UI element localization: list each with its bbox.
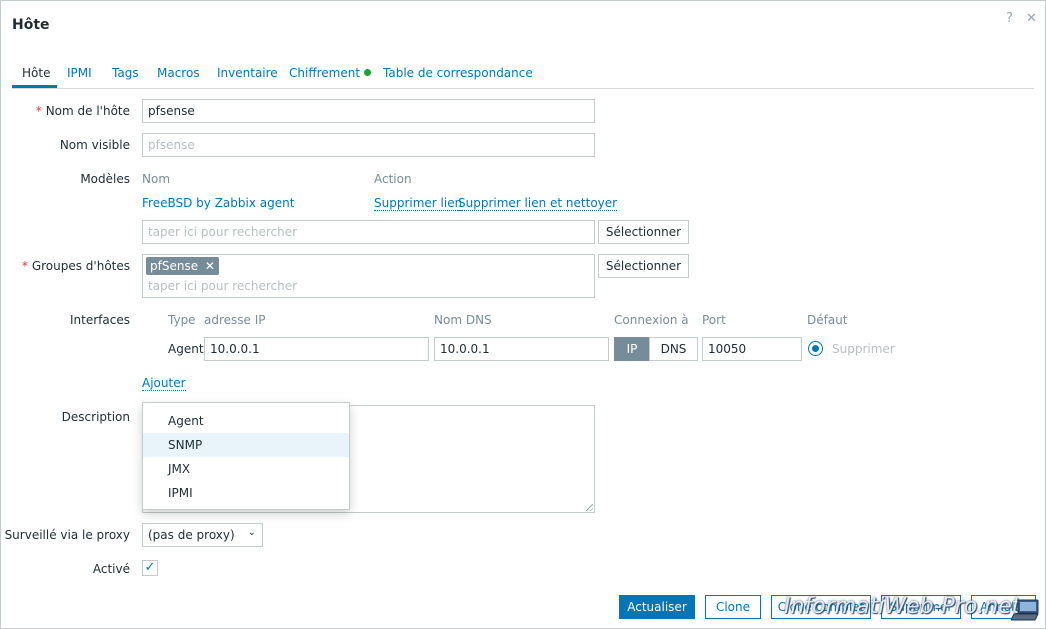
- tab-ipmi[interactable]: IPMI: [67, 66, 92, 80]
- required-mark: *: [35, 104, 42, 118]
- tab-bar: Hôte IPMI Tags Macros Inventaire Chiffre…: [12, 63, 1034, 89]
- chevron-down-icon: ⌄: [247, 527, 256, 538]
- unlink-template-link[interactable]: Supprimer lien: [374, 196, 463, 211]
- enabled-label: Activé: [92, 562, 130, 576]
- remove-chip-icon[interactable]: ✕: [205, 259, 215, 273]
- add-interface-menu: Agent SNMP JMX IPMI: [142, 402, 350, 510]
- templates-search-input[interactable]: taper ici pour rechercher: [142, 220, 595, 244]
- help-icon[interactable]: ?: [1006, 11, 1013, 26]
- host-groups-select-button[interactable]: Sélectionner: [598, 254, 689, 278]
- interfaces-col-default: Défaut: [807, 313, 848, 327]
- tab-host[interactable]: Hôte: [22, 66, 50, 80]
- templates-col-action: Action: [374, 172, 412, 186]
- host-groups-label: * Groupes d'hôtes: [22, 259, 130, 273]
- host-name-input[interactable]: pfsense: [142, 99, 595, 123]
- description-label: Description: [61, 410, 130, 424]
- interface-ip-input[interactable]: 10.0.0.1: [204, 337, 429, 361]
- watermark: InformatiWeb-Pro.net: [784, 594, 1021, 619]
- interfaces-col-dns: Nom DNS: [434, 313, 492, 327]
- resize-grip-icon[interactable]: [586, 504, 593, 511]
- tab-encryption-label: Chiffrement: [289, 66, 361, 80]
- host-name-label-text: Nom de l'hôte: [45, 104, 130, 118]
- templates-col-name: Nom: [142, 172, 171, 186]
- tab-macros[interactable]: Macros: [157, 66, 200, 80]
- interfaces-col-port: Port: [702, 313, 726, 327]
- interfaces-label: Interfaces: [70, 313, 130, 327]
- enabled-checkbox[interactable]: ✓: [142, 560, 158, 576]
- template-link-freebsd[interactable]: FreeBSD by Zabbix agent: [142, 196, 294, 210]
- interface-port-input[interactable]: 10050: [702, 337, 802, 361]
- encryption-status-dot-icon: [364, 69, 372, 76]
- required-mark: *: [21, 259, 28, 273]
- host-group-chip: pfSense ✕: [146, 257, 219, 275]
- close-icon[interactable]: ✕: [1026, 11, 1037, 26]
- laptop-icon: [1011, 599, 1039, 621]
- interface-dns-input[interactable]: 10.0.0.1: [434, 337, 609, 361]
- host-groups-search-placeholder: taper ici pour rechercher: [148, 279, 298, 293]
- host-group-chip-label: pfSense: [150, 259, 199, 273]
- interfaces-col-connect: Connexion à: [614, 313, 689, 327]
- tab-tags[interactable]: Tags: [112, 66, 139, 80]
- checkmark-icon: ✓: [144, 560, 156, 575]
- add-interface-link[interactable]: Ajouter: [142, 376, 186, 391]
- interfaces-col-ip: adresse IP: [204, 313, 266, 327]
- remove-interface-link[interactable]: Supprimer: [832, 342, 895, 356]
- proxy-select-value: (pas de proxy): [148, 528, 235, 542]
- interface-type: Agent: [168, 342, 204, 356]
- host-groups-label-text: Groupes d'hôtes: [31, 259, 130, 273]
- proxy-select[interactable]: (pas de proxy) ⌄: [142, 523, 263, 547]
- tab-encryption[interactable]: Chiffrement: [289, 66, 372, 80]
- visible-name-label: Nom visible: [59, 138, 130, 152]
- menu-item-agent[interactable]: Agent: [143, 409, 349, 433]
- proxy-label: Surveillé via le proxy: [4, 528, 130, 542]
- templates-select-button[interactable]: Sélectionner: [598, 220, 689, 244]
- host-name-label: * Nom de l'hôte: [36, 104, 130, 118]
- tab-inventory[interactable]: Inventaire: [217, 66, 278, 80]
- menu-item-jmx[interactable]: JMX: [143, 457, 349, 481]
- menu-item-snmp[interactable]: SNMP: [143, 433, 349, 457]
- interfaces-col-type: Type: [168, 313, 196, 327]
- menu-item-ipmi[interactable]: IPMI: [143, 481, 349, 505]
- connect-dns-toggle[interactable]: DNS: [649, 337, 698, 361]
- dialog-title: Hôte: [12, 17, 50, 33]
- host-dialog: Hôte ? ✕ Hôte IPMI Tags Macros Inventair…: [0, 0, 1046, 629]
- visible-name-input[interactable]: pfsense: [142, 133, 595, 157]
- active-tab-indicator: [12, 85, 57, 88]
- templates-label: Modèles: [80, 172, 130, 186]
- unlink-clear-template-link[interactable]: Supprimer lien et nettoyer: [458, 196, 618, 211]
- clone-button[interactable]: Clone: [705, 595, 761, 619]
- connect-ip-toggle[interactable]: IP: [614, 337, 650, 361]
- update-button[interactable]: Actualiser: [619, 595, 695, 619]
- tab-value-mapping[interactable]: Table de correspondance: [383, 66, 533, 80]
- default-interface-radio[interactable]: [808, 341, 823, 356]
